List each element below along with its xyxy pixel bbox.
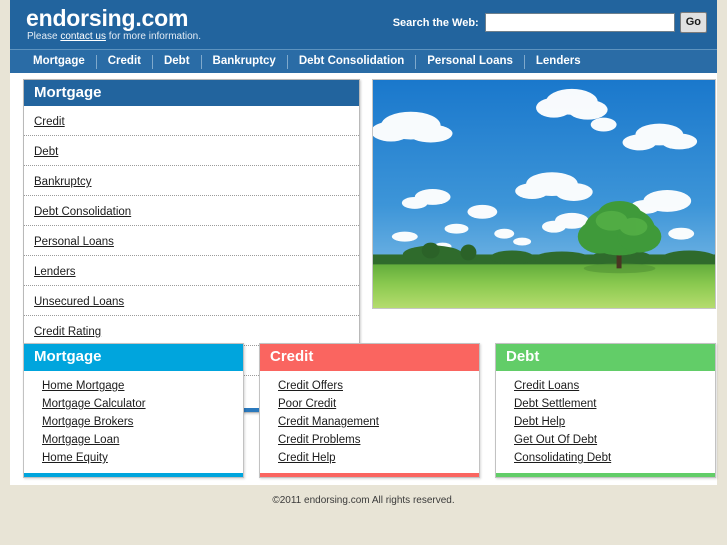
sidebar-link-credit-rating[interactable]: Credit Rating xyxy=(34,326,101,338)
search-input[interactable] xyxy=(484,13,675,32)
box-bottom-accent xyxy=(496,473,715,477)
category-box-credit: Credit Credit Offers Poor Credit Credit … xyxy=(259,343,480,478)
box-title: Credit xyxy=(260,344,479,371)
box-title: Mortgage xyxy=(24,344,243,371)
list-item[interactable]: Credit Rating xyxy=(24,316,359,346)
nav-item-lenders[interactable]: Lenders xyxy=(525,50,592,73)
copyright-text: ©2011 endorsing.com All rights reserved. xyxy=(272,495,455,506)
tagline-text-after: for more information. xyxy=(105,31,201,42)
category-box-mortgage: Mortgage Home Mortgage Mortgage Calculat… xyxy=(23,343,244,478)
box-link-mortgage-loan[interactable]: Mortgage Loan xyxy=(24,431,243,449)
contact-us-link[interactable]: contact us xyxy=(60,31,106,42)
box-link-list: Home Mortgage Mortgage Calculator Mortga… xyxy=(24,371,243,473)
web-search-form: Search the Web: Go xyxy=(393,12,707,33)
search-label: Search the Web: xyxy=(392,16,479,29)
sidebar-link-debt-consolidation[interactable]: Debt Consolidation xyxy=(34,206,131,218)
box-link-credit-problems[interactable]: Credit Problems xyxy=(260,431,479,449)
category-box-debt: Debt Credit Loans Debt Settlement Debt H… xyxy=(495,343,716,478)
site-logo: endorsing.com xyxy=(26,5,189,31)
box-link-credit-loans[interactable]: Credit Loans xyxy=(496,377,715,395)
site-footer: ©2011 endorsing.com All rights reserved. xyxy=(0,495,727,506)
box-link-debt-help[interactable]: Debt Help xyxy=(496,413,715,431)
page-root: endorsing.com Please contact us for more… xyxy=(0,0,727,545)
box-link-get-out-of-debt[interactable]: Get Out Of Debt xyxy=(496,431,715,449)
nav-item-debt-consolidation[interactable]: Debt Consolidation xyxy=(288,50,415,73)
box-link-debt-settlement[interactable]: Debt Settlement xyxy=(496,395,715,413)
sidebar-link-bankruptcy[interactable]: Bankruptcy xyxy=(34,176,92,188)
main-navigation: Mortgage Credit Debt Bankruptcy Debt Con… xyxy=(10,49,717,73)
box-bottom-accent xyxy=(24,473,243,477)
box-link-credit-offers[interactable]: Credit Offers xyxy=(260,377,479,395)
sidebar-link-lenders[interactable]: Lenders xyxy=(34,266,76,278)
box-link-home-equity[interactable]: Home Equity xyxy=(24,449,243,467)
sidebar-link-credit[interactable]: Credit xyxy=(34,116,65,128)
sidebar-link-debt[interactable]: Debt xyxy=(34,146,58,158)
list-item[interactable]: Debt Consolidation xyxy=(24,196,359,226)
hero-image xyxy=(372,79,716,309)
category-boxes: Mortgage Home Mortgage Mortgage Calculat… xyxy=(23,343,716,478)
box-title: Debt xyxy=(496,344,715,371)
list-item[interactable]: Personal Loans xyxy=(24,226,359,256)
list-item[interactable]: Lenders xyxy=(24,256,359,286)
content-container: Mortgage Credit Debt Bankruptcy Debt Con… xyxy=(10,73,717,485)
box-link-mortgage-calculator[interactable]: Mortgage Calculator xyxy=(24,395,243,413)
list-item[interactable]: Debt xyxy=(24,136,359,166)
box-link-consolidating-debt[interactable]: Consolidating Debt xyxy=(496,449,715,467)
box-link-mortgage-brokers[interactable]: Mortgage Brokers xyxy=(24,413,243,431)
list-item[interactable]: Credit xyxy=(24,106,359,136)
box-link-credit-help[interactable]: Credit Help xyxy=(260,449,479,467)
landscape-illustration xyxy=(373,80,715,308)
sidebar-link-personal-loans[interactable]: Personal Loans xyxy=(34,236,114,248)
panel-title: Mortgage xyxy=(24,80,359,106)
list-item[interactable]: Bankruptcy xyxy=(24,166,359,196)
sidebar-link-unsecured-loans[interactable]: Unsecured Loans xyxy=(34,296,124,308)
box-bottom-accent xyxy=(260,473,479,477)
box-link-list: Credit Offers Poor Credit Credit Managem… xyxy=(260,371,479,473)
search-go-button[interactable]: Go xyxy=(679,12,707,33)
box-link-list: Credit Loans Debt Settlement Debt Help G… xyxy=(496,371,715,473)
nav-item-personal-loans[interactable]: Personal Loans xyxy=(416,50,524,73)
site-header: endorsing.com Please contact us for more… xyxy=(10,0,717,49)
box-link-credit-management[interactable]: Credit Management xyxy=(260,413,479,431)
nav-item-mortgage[interactable]: Mortgage xyxy=(22,50,96,73)
box-link-poor-credit[interactable]: Poor Credit xyxy=(260,395,479,413)
site-tagline: Please contact us for more information. xyxy=(27,31,201,42)
tagline-text-before: Please xyxy=(27,31,61,42)
nav-item-debt[interactable]: Debt xyxy=(153,50,201,73)
box-link-home-mortgage[interactable]: Home Mortgage xyxy=(24,377,243,395)
nav-item-credit[interactable]: Credit xyxy=(97,50,152,73)
nav-item-bankruptcy[interactable]: Bankruptcy xyxy=(202,50,287,73)
list-item[interactable]: Unsecured Loans xyxy=(24,286,359,316)
